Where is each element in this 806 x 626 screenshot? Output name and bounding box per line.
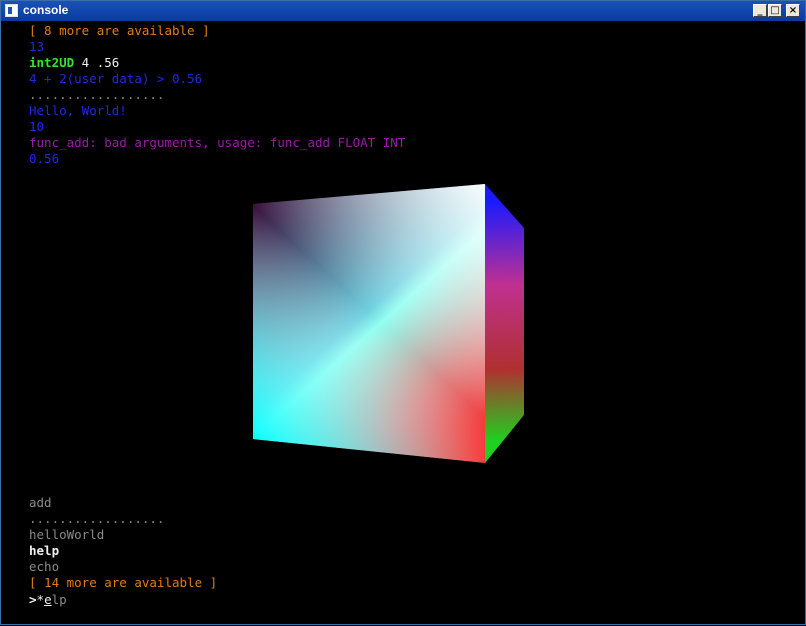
separator-line: .................. (29, 87, 165, 102)
text-cursor: e (44, 592, 52, 607)
console-line: 10 (29, 119, 45, 134)
console-line: Hello, World! (29, 103, 127, 118)
console-window: console _ □ × [8 more are available] 1… (0, 0, 806, 625)
typed-text: * (36, 592, 45, 607)
command-name: int2UD (29, 55, 75, 70)
console-line: 0.56 (29, 151, 60, 166)
console-line: int2UD 4 .56 (29, 55, 405, 71)
cube-front-face-overlay (253, 184, 485, 463)
console-line: [ 8 more are available ] (29, 23, 210, 38)
autocomplete-list: add .................. helloWorld help e… (29, 495, 217, 591)
separator-line: .................. (29, 511, 165, 526)
autocomplete-item-helloworld[interactable]: helloWorld (29, 527, 217, 543)
more-available-notice: [ 14 more are available ] (29, 575, 218, 590)
console-line: 4 + 2(user data) > 0.56 (29, 71, 203, 86)
autocomplete-item-echo[interactable]: echo (29, 559, 217, 575)
console-line: 13 (29, 39, 45, 54)
cube-side-face (485, 184, 524, 463)
error-line: func_add: bad arguments, usage: func_add… (29, 135, 406, 150)
console-output-top: [ 8 more are available ] 13 int2UD 4 .56… (29, 23, 405, 167)
completion-hint: lp (51, 592, 67, 607)
command-args: 4 .56 (74, 55, 120, 70)
prompt-symbol: > (29, 592, 37, 607)
command-input[interactable]: >*elp (29, 592, 67, 608)
autocomplete-item-help-selected[interactable]: help (29, 543, 217, 559)
autocomplete-item-add[interactable]: add (29, 495, 217, 511)
